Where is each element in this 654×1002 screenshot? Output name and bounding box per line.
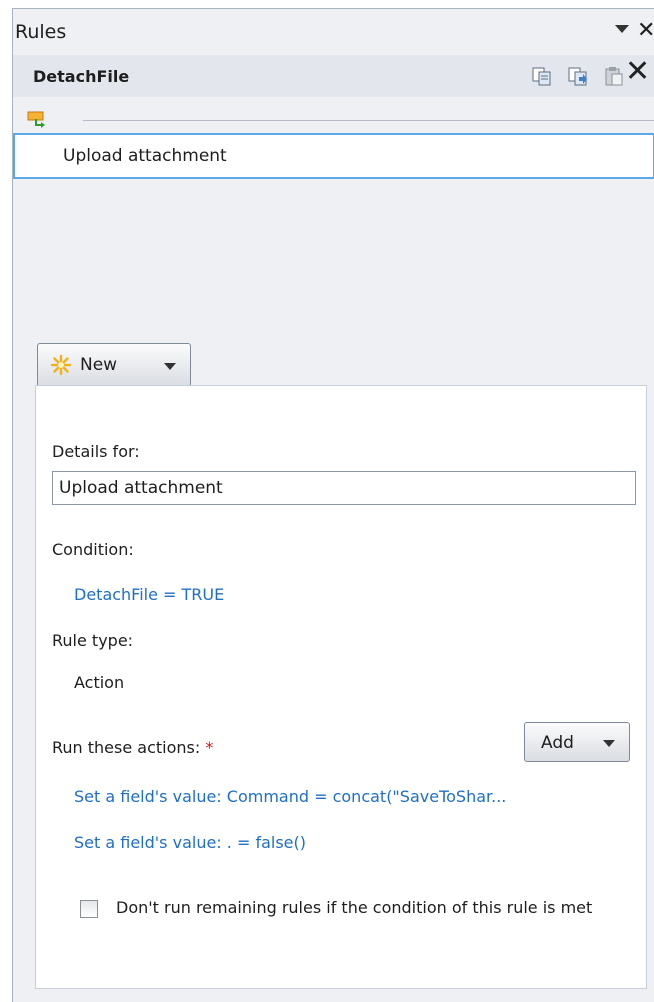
copy-rule-icon[interactable] (531, 65, 553, 87)
rule-toolbar: DetachFile ✕ (13, 55, 654, 97)
new-star-icon (50, 354, 72, 376)
required-mark: * (205, 738, 214, 757)
rules-pane: Rules ✕ DetachFile ✕ Upload attachment N… (12, 8, 654, 1002)
selected-rule-name: DetachFile (33, 67, 130, 86)
rule-type-label: Rule type: (52, 631, 134, 650)
pane-title-bar: Rules ✕ (13, 9, 654, 55)
action-link[interactable]: Set a field's value: Command = concat("S… (74, 787, 506, 806)
add-button-label: Add (541, 733, 574, 753)
action-link[interactable]: Set a field's value: . = false() (74, 833, 306, 852)
details-for-label: Details for: (52, 442, 140, 461)
stop-processing-label: Don't run remaining rules if the conditi… (116, 898, 593, 917)
new-rule-button[interactable]: New (37, 343, 191, 387)
delete-rule-icon[interactable]: ✕ (625, 57, 650, 87)
chevron-down-icon (603, 740, 615, 747)
condition-link[interactable]: DetachFile = TRUE (74, 585, 224, 604)
rule-item-upload-attachment[interactable]: Upload attachment (13, 133, 654, 179)
rule-type-value: Action (74, 673, 125, 692)
new-button-label: New (80, 355, 118, 375)
rule-details-panel: Details for: Condition: DetachFile = TRU… (35, 385, 647, 989)
copy-all-rules-icon[interactable] (567, 65, 589, 87)
pane-options-dropdown-icon[interactable] (615, 25, 629, 33)
rule-arrow-icon (27, 111, 45, 128)
rule-item-label: Upload attachment (63, 146, 227, 166)
chevron-down-icon (164, 363, 176, 370)
add-action-button[interactable]: Add (524, 722, 630, 762)
condition-label: Condition: (52, 540, 134, 559)
paste-rule-icon[interactable] (603, 65, 625, 87)
rules-separator (83, 120, 654, 121)
actions-label: Run these actions: * (52, 738, 214, 757)
rule-name-input[interactable] (52, 471, 636, 505)
pane-title: Rules (15, 21, 67, 43)
stop-processing-checkbox[interactable] (80, 900, 98, 918)
pane-close-icon[interactable]: ✕ (637, 18, 654, 43)
